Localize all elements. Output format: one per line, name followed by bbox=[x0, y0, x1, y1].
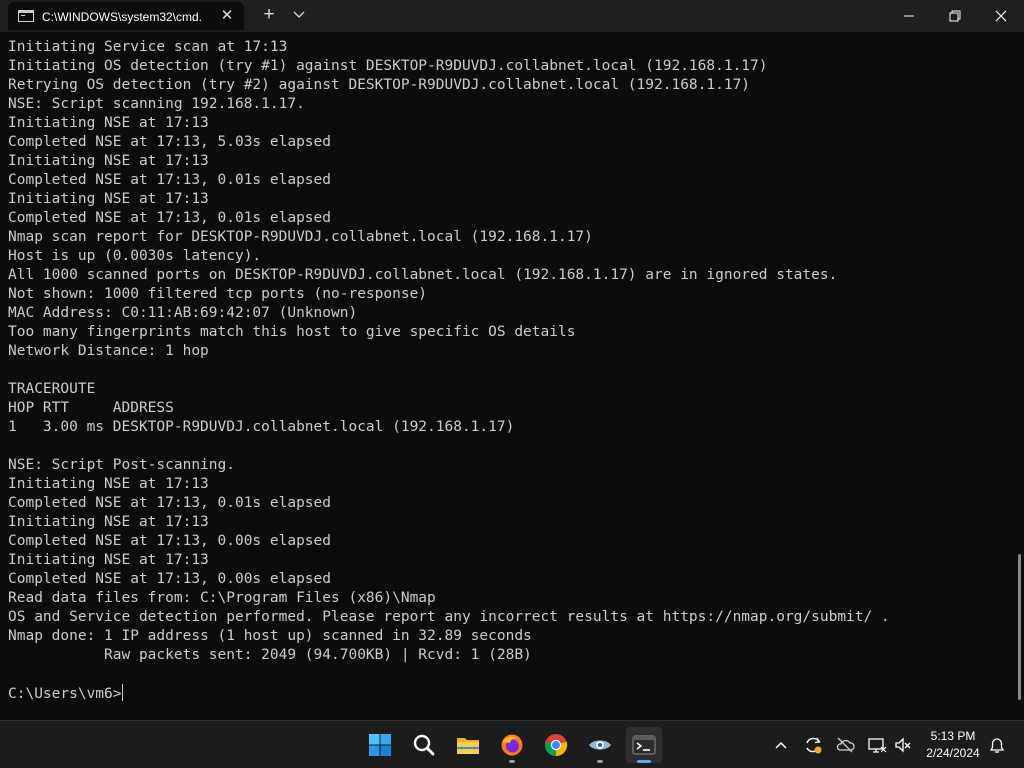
tab-dropdown-button[interactable] bbox=[288, 4, 310, 26]
terminal-line: Initiating NSE at 17:13 bbox=[8, 514, 209, 530]
title-bar: C:\WINDOWS\system32\cmd. ✕ + bbox=[0, 0, 1024, 32]
terminal-line: Completed NSE at 17:13, 0.01s elapsed bbox=[8, 172, 332, 188]
terminal-line: Too many fingerprints match this host to… bbox=[8, 324, 576, 340]
taskbar-clock[interactable]: 5:13 PM 2/24/2024 bbox=[920, 728, 986, 762]
terminal-line: Initiating NSE at 17:13 bbox=[8, 153, 209, 169]
search-button[interactable] bbox=[406, 727, 442, 763]
terminal-active-indicator bbox=[637, 760, 651, 763]
terminal-line: TRACEROUTE bbox=[8, 381, 96, 397]
text-cursor bbox=[121, 684, 123, 701]
sync-icon bbox=[806, 737, 822, 754]
eye-app-button[interactable] bbox=[582, 727, 618, 763]
network-button[interactable] bbox=[867, 735, 887, 755]
terminal-line: All 1000 scanned ports on DESKTOP-R9DUVD… bbox=[8, 267, 838, 283]
taskbar: 5:13 PM 2/24/2024 bbox=[0, 720, 1024, 768]
file-explorer-icon bbox=[457, 738, 479, 754]
terminal-line: Initiating OS detection (try #1) against… bbox=[8, 58, 768, 74]
terminal-line: Initiating NSE at 17:13 bbox=[8, 552, 209, 568]
terminal-line: Completed NSE at 17:13, 5.03s elapsed bbox=[8, 134, 332, 150]
chrome-button[interactable] bbox=[538, 727, 574, 763]
terminal-line: OS and Service detection performed. Plea… bbox=[8, 609, 890, 625]
new-tab-button[interactable]: + bbox=[258, 4, 280, 26]
onedrive-button[interactable] bbox=[835, 735, 855, 755]
command-prompt[interactable]: C:\Users\vm6> bbox=[8, 684, 123, 703]
terminal-line: Completed NSE at 17:13, 0.00s elapsed bbox=[8, 571, 332, 587]
restore-icon bbox=[949, 10, 961, 22]
terminal-line: Read data files from: C:\Program Files (… bbox=[8, 590, 436, 606]
clock-time: 5:13 PM bbox=[930, 729, 976, 743]
terminal-line: Completed NSE at 17:13, 0.01s elapsed bbox=[8, 210, 332, 226]
terminal-line: Completed NSE at 17:13, 0.00s elapsed bbox=[8, 533, 332, 549]
firefox-running-indicator bbox=[509, 760, 515, 763]
close-button[interactable] bbox=[978, 0, 1024, 32]
windows-start-icon bbox=[369, 734, 391, 756]
terminal-line: 1 3.00 ms DESKTOP-R9DUVDJ.collabnet.loca… bbox=[8, 419, 515, 435]
terminal-line: Retrying OS detection (try #2) against D… bbox=[8, 77, 751, 93]
file-explorer-button[interactable] bbox=[450, 727, 486, 763]
chevron-up-icon bbox=[775, 741, 787, 749]
network-icon bbox=[868, 738, 887, 753]
volume-button[interactable] bbox=[893, 735, 913, 755]
sync-status-button[interactable] bbox=[803, 735, 823, 755]
notification-bell-icon bbox=[989, 738, 1005, 753]
firefox-icon bbox=[501, 734, 523, 756]
terminal-line: Not shown: 1000 filtered tcp ports (no-r… bbox=[8, 286, 428, 302]
tab-title: C:\WINDOWS\system32\cmd. bbox=[42, 10, 203, 24]
show-hidden-icons-button[interactable] bbox=[771, 735, 791, 755]
firefox-button[interactable] bbox=[494, 727, 530, 763]
chrome-icon bbox=[544, 734, 568, 757]
cmd-app-icon bbox=[18, 10, 34, 22]
tab-cmd[interactable]: C:\WINDOWS\system32\cmd. ✕ bbox=[8, 2, 244, 30]
minimize-icon bbox=[904, 15, 914, 17]
terminal-line: Completed NSE at 17:13, 0.01s elapsed bbox=[8, 495, 332, 511]
terminal-line: Host is up (0.0030s latency). bbox=[8, 248, 262, 264]
terminal-line: Network Distance: 1 hop bbox=[8, 343, 209, 359]
scrollbar-thumb[interactable] bbox=[1018, 554, 1021, 700]
eye-app-icon bbox=[589, 740, 611, 750]
terminal-line: Initiating NSE at 17:13 bbox=[8, 191, 209, 207]
terminal-line: NSE: Script Post-scanning. bbox=[8, 457, 235, 473]
terminal-line: Initiating Service scan at 17:13 bbox=[8, 39, 288, 55]
chevron-down-icon bbox=[293, 11, 305, 18]
close-icon bbox=[995, 10, 1007, 22]
terminal-output[interactable]: Initiating Service scan at 17:13 Initiati… bbox=[0, 32, 1016, 720]
terminal-button[interactable] bbox=[626, 727, 662, 763]
cloud-icon bbox=[836, 737, 855, 753]
terminal-line: Raw packets sent: 2049 (94.700KB) | Rcvd… bbox=[8, 647, 532, 663]
terminal-line: HOP RTT ADDRESS bbox=[8, 400, 174, 416]
terminal-line: Initiating NSE at 17:13 bbox=[8, 476, 209, 492]
terminal-line: MAC Address: C0:11:AB:69:42:07 (Unknown) bbox=[8, 305, 358, 321]
terminal-line: NSE: Script scanning 192.168.1.17. bbox=[8, 96, 305, 112]
terminal-line: Nmap done: 1 IP address (1 host up) scan… bbox=[8, 628, 532, 644]
volume-muted-icon bbox=[895, 737, 911, 753]
minimize-button[interactable] bbox=[886, 0, 932, 32]
eye-app-running-indicator bbox=[597, 760, 603, 763]
terminal-line: Nmap scan report for DESKTOP-R9DUVDJ.col… bbox=[8, 229, 593, 245]
terminal-line: Initiating NSE at 17:13 bbox=[8, 115, 209, 131]
start-button[interactable] bbox=[362, 727, 398, 763]
notifications-button[interactable] bbox=[987, 735, 1007, 755]
search-icon bbox=[413, 734, 435, 756]
maximize-button[interactable] bbox=[932, 0, 978, 32]
clock-date: 2/24/2024 bbox=[926, 746, 980, 760]
terminal-scrollbar[interactable] bbox=[1016, 32, 1024, 720]
terminal-icon bbox=[632, 735, 656, 755]
tab-close-button[interactable]: ✕ bbox=[218, 7, 236, 25]
